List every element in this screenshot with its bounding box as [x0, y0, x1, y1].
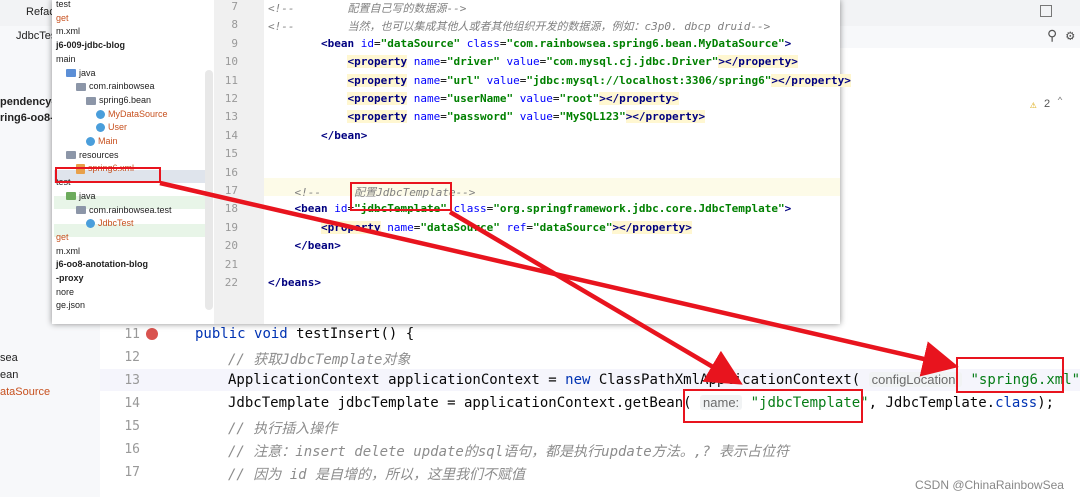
annotation-arrows — [159, 180, 959, 385]
watermark: CSDN @ChinaRainbowSea — [915, 478, 1064, 492]
arrow-id-to-getbean — [448, 210, 743, 385]
